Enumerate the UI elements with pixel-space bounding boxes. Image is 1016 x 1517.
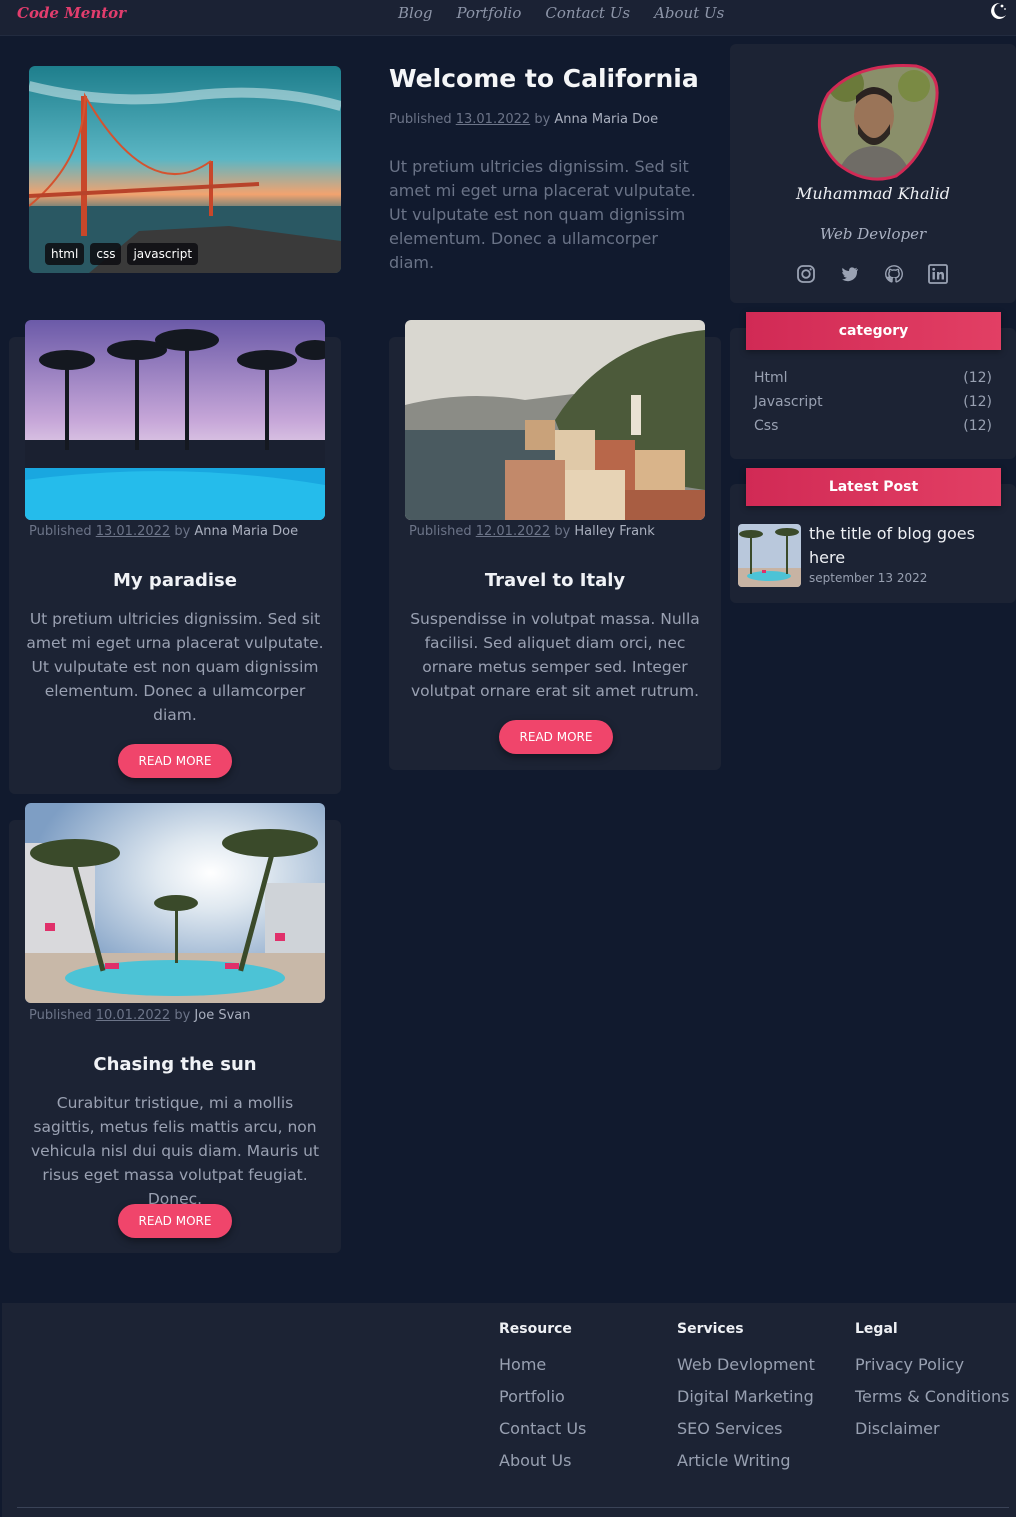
category-count: (12) [963, 394, 992, 410]
palm-resort-image [25, 803, 325, 1003]
paradise-image [25, 320, 325, 520]
latest-post-date: september 13 2022 [809, 571, 928, 585]
publish-date[interactable]: 13.01.2022 [96, 524, 170, 539]
footer-column-services: Services Web Devlopment Digital Marketin… [677, 1321, 815, 1477]
instagram-icon[interactable] [796, 264, 816, 284]
latest-post-header: Latest Post [746, 468, 1001, 506]
post-image[interactable] [25, 320, 325, 520]
publish-date[interactable]: 10.01.2022 [96, 1008, 170, 1023]
footer-link-contact[interactable]: Contact Us [499, 1413, 586, 1445]
hero-meta: Published 13.01.2022 by Anna Maria Doe [389, 112, 658, 127]
post-title[interactable]: My paradise [9, 570, 341, 591]
hero-excerpt: Ut pretium ultricies dignissim. Sed sit … [389, 157, 696, 272]
post-image[interactable] [25, 803, 325, 1003]
tag-css[interactable]: css [90, 243, 122, 265]
read-more-button[interactable]: READ MORE [118, 1204, 232, 1238]
footer-divider [17, 1507, 1009, 1508]
nav-link-portfolio[interactable]: Portfolio [456, 4, 521, 22]
latest-post-thumbnail[interactable] [738, 524, 801, 587]
profile-role: Web Devloper [819, 225, 927, 243]
top-navbar: Code Mentor Blog Portfolio Contact Us Ab… [0, 0, 1016, 36]
read-more-button[interactable]: READ MORE [499, 720, 613, 754]
italy-village-image [405, 320, 705, 520]
footer-link-seo[interactable]: SEO Services [677, 1413, 815, 1445]
avatar[interactable] [816, 64, 940, 182]
footer-column-resource: Resource Home Portfolio Contact Us About… [499, 1321, 586, 1477]
nav-links: Blog Portfolio Contact Us About Us [398, 4, 724, 22]
twitter-icon[interactable] [840, 264, 860, 284]
latest-post-image [738, 524, 801, 587]
published-label: Published [409, 524, 472, 539]
latest-post-title[interactable]: the title of blog goes here [809, 522, 999, 570]
profile-name: Muhammad Khalid [795, 184, 950, 203]
footer-heading: Services [677, 1321, 744, 1337]
published-label: Published [389, 112, 452, 127]
nav-link-contact[interactable]: Contact Us [545, 4, 630, 22]
footer: Resource Home Portfolio Contact Us About… [2, 1303, 1016, 1517]
brand-logo[interactable]: Code Mentor [17, 4, 126, 22]
published-label: Published [29, 1008, 92, 1023]
author-name: Anna Maria Doe [554, 112, 659, 127]
social-links [796, 264, 948, 284]
footer-link-digital-marketing[interactable]: Digital Marketing [677, 1381, 815, 1413]
post-excerpt: Ut pretium ultricies dignissim. Sed sit … [26, 610, 324, 724]
author-name: Halley Frank [574, 524, 655, 539]
category-label[interactable]: Javascript [754, 394, 823, 410]
category-count: (12) [963, 370, 992, 386]
category-label[interactable]: Html [754, 370, 788, 386]
tag-html[interactable]: html [45, 243, 85, 265]
footer-link-home[interactable]: Home [499, 1349, 586, 1381]
category-item-javascript[interactable]: Javascript (12) [754, 394, 992, 410]
category-item-html[interactable]: Html (12) [754, 370, 992, 386]
by-label: by [554, 524, 571, 539]
nav-link-blog[interactable]: Blog [398, 4, 432, 22]
category-label[interactable]: Css [754, 418, 778, 434]
footer-link-terms[interactable]: Terms & Conditions [855, 1381, 1009, 1413]
latest-post-widget: Latest Post the title of blog goes here … [730, 468, 1016, 603]
author-name: Anna Maria Doe [194, 524, 299, 539]
by-label: by [174, 524, 191, 539]
post-excerpt: Curabitur tristique, mi a mollis sagitti… [30, 1094, 320, 1208]
category-item-css[interactable]: Css (12) [754, 418, 992, 434]
publish-date[interactable]: 13.01.2022 [456, 112, 530, 127]
published-label: Published [29, 524, 92, 539]
profile-card: Muhammad Khalid Web Devloper [730, 44, 1016, 303]
linkedin-icon[interactable] [928, 264, 948, 284]
tag-javascript[interactable]: javascript [127, 243, 199, 265]
footer-column-legal: Legal Privacy Policy Terms & Conditions … [855, 1321, 1009, 1445]
hero-image[interactable]: html css javascript [29, 66, 341, 273]
post-meta: Published 13.01.2022 by Anna Maria Doe [29, 524, 298, 539]
footer-link-article-writing[interactable]: Article Writing [677, 1445, 815, 1477]
footer-link-portfolio[interactable]: Portfolio [499, 1381, 586, 1413]
footer-heading: Resource [499, 1321, 572, 1337]
post-meta: Published 12.01.2022 by Halley Frank [409, 524, 655, 539]
footer-heading: Legal [855, 1321, 898, 1337]
category-header: category [746, 312, 1001, 350]
footer-link-about[interactable]: About Us [499, 1445, 586, 1477]
post-image[interactable] [405, 320, 705, 520]
by-label: by [174, 1008, 191, 1023]
footer-link-disclaimer[interactable]: Disclaimer [855, 1413, 1009, 1445]
hero-title[interactable]: Welcome to California [389, 64, 699, 93]
publish-date[interactable]: 12.01.2022 [476, 524, 550, 539]
category-count: (12) [963, 418, 992, 434]
post-title[interactable]: Chasing the sun [9, 1054, 341, 1075]
by-label: by [534, 112, 551, 127]
github-icon[interactable] [884, 264, 904, 284]
moon-icon[interactable] [986, 0, 1008, 22]
post-excerpt: Suspendisse in volutpat massa. Nulla fac… [410, 610, 700, 700]
footer-link-web-development[interactable]: Web Devlopment [677, 1349, 815, 1381]
author-name: Joe Svan [194, 1008, 251, 1023]
tag-list: html css javascript [45, 243, 199, 265]
golden-gate-image [29, 66, 341, 273]
footer-link-privacy[interactable]: Privacy Policy [855, 1349, 1009, 1381]
nav-link-about[interactable]: About Us [654, 4, 724, 22]
post-meta: Published 10.01.2022 by Joe Svan [29, 1008, 250, 1023]
category-widget: category Html (12) Javascript (12) Css (… [730, 312, 1016, 459]
post-title[interactable]: Travel to Italy [389, 570, 721, 591]
read-more-button[interactable]: READ MORE [118, 744, 232, 778]
